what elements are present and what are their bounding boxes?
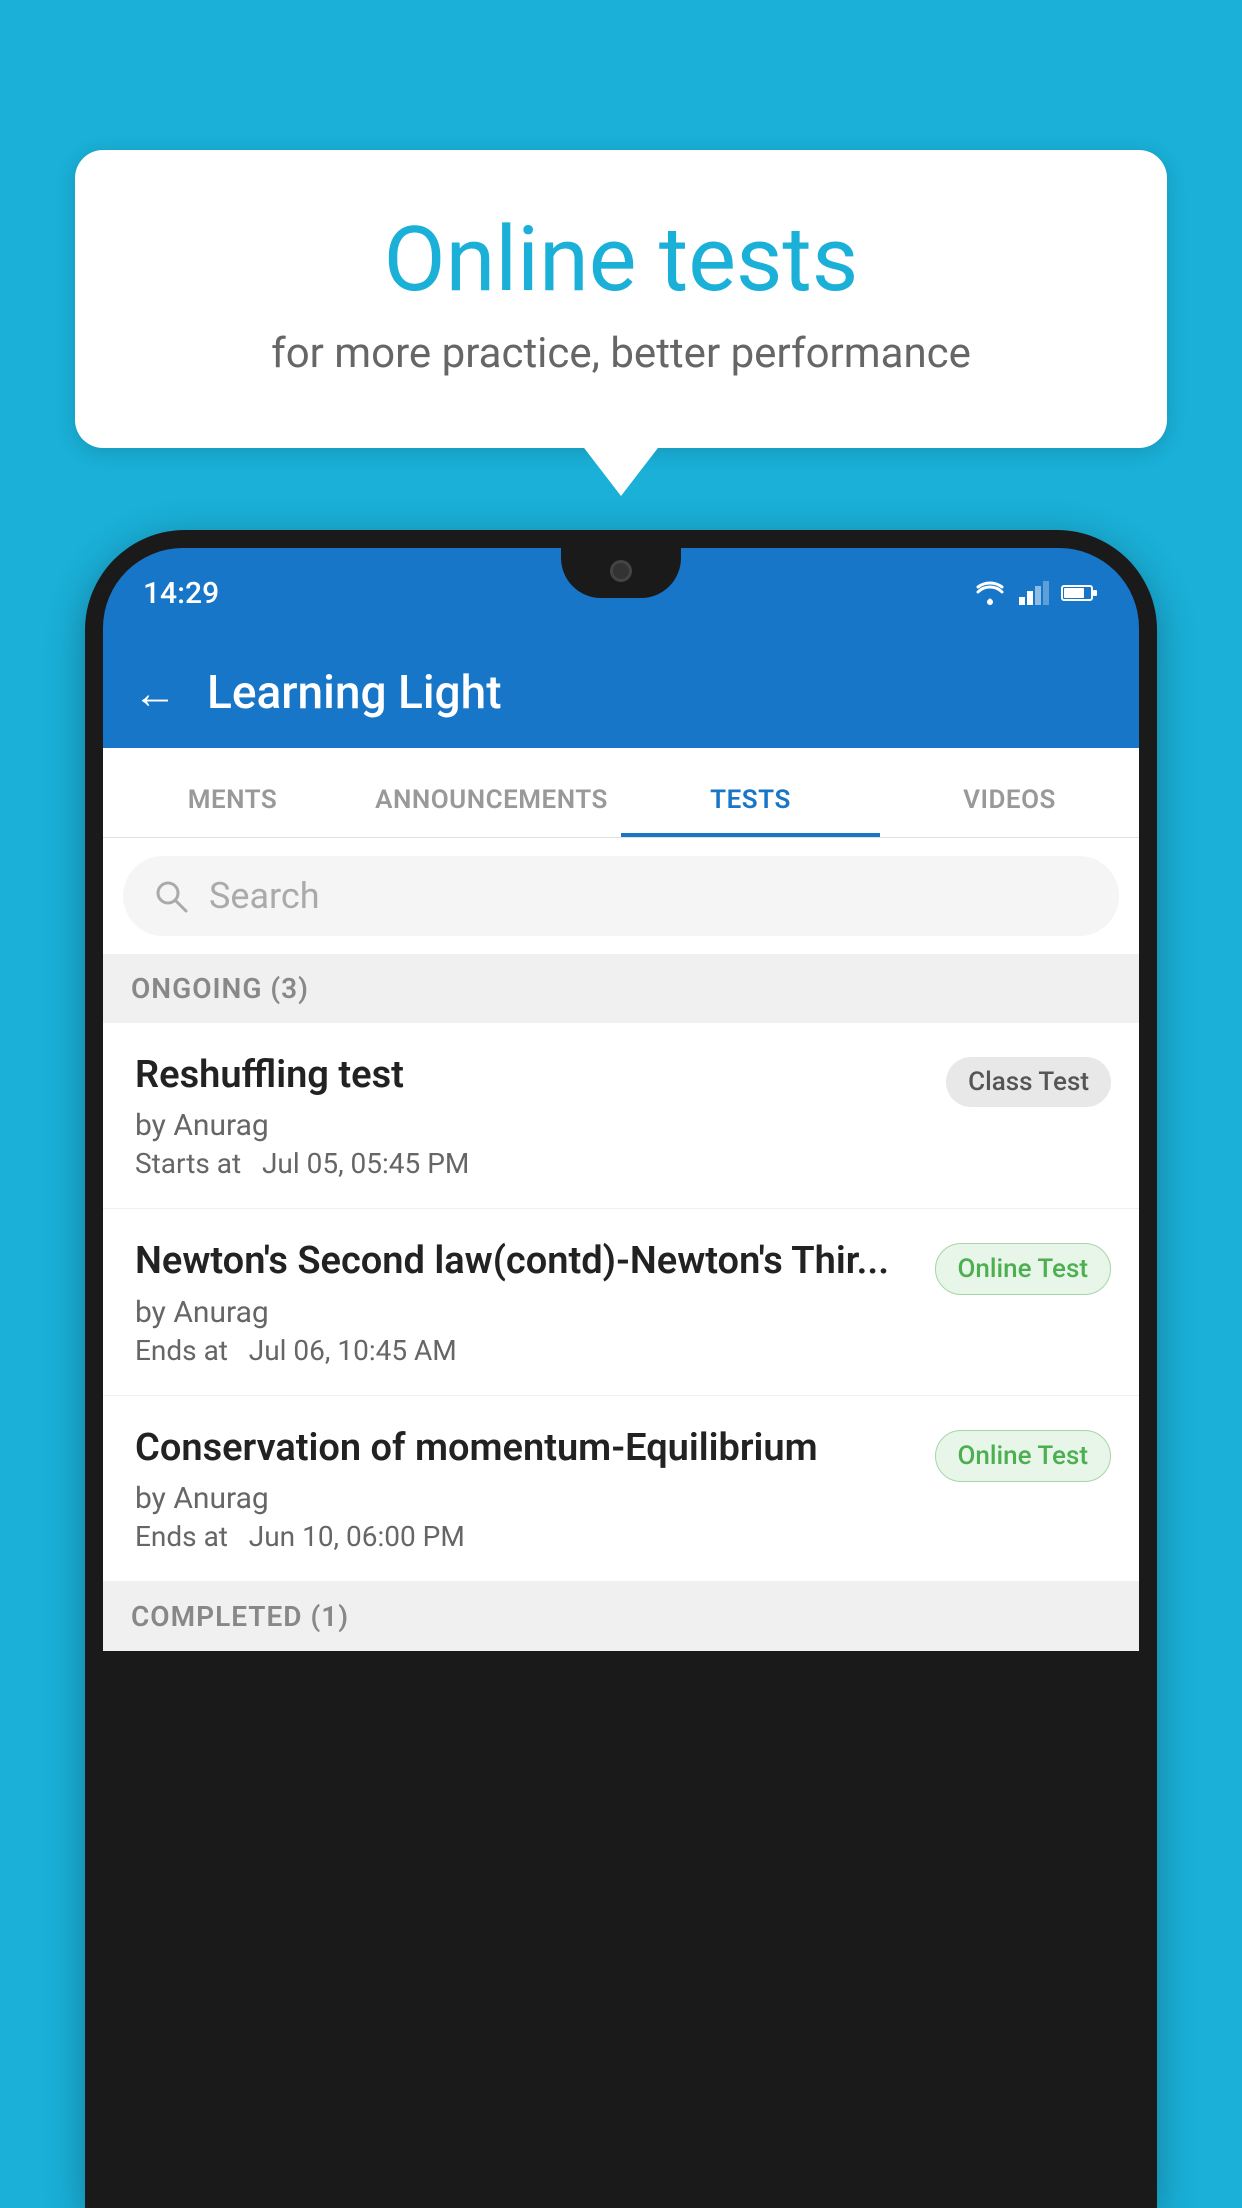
speech-bubble-title: Online tests: [155, 210, 1087, 309]
phone-frame: 14:29: [85, 530, 1157, 2208]
status-time: 14:29: [143, 576, 219, 611]
app-bar: ← Learning Light: [103, 638, 1139, 748]
test-badge-online: Online Test: [935, 1243, 1112, 1295]
speech-bubble-subtitle: for more practice, better performance: [155, 329, 1087, 378]
app-screen: ← Learning Light MENTS ANNOUNCEMENTS TES…: [103, 638, 1139, 1651]
search-bar[interactable]: Search: [123, 856, 1119, 936]
test-name: Newton's Second law(contd)-Newton's Thir…: [135, 1237, 915, 1286]
test-item[interactable]: Reshuffling test by Anurag Starts at Jul…: [103, 1023, 1139, 1209]
phone-camera: [610, 560, 632, 582]
test-by: by Anurag: [135, 1481, 915, 1516]
test-by: by Anurag: [135, 1108, 926, 1143]
battery-icon: [1061, 583, 1099, 603]
test-date: Ends at Jun 10, 06:00 PM: [135, 1520, 915, 1553]
tabs-bar: MENTS ANNOUNCEMENTS TESTS VIDEOS: [103, 748, 1139, 838]
test-name: Reshuffling test: [135, 1051, 926, 1100]
tab-announcements[interactable]: ANNOUNCEMENTS: [362, 785, 621, 837]
back-button[interactable]: ←: [133, 671, 177, 715]
status-bar: 14:29: [103, 548, 1139, 638]
tab-tests[interactable]: TESTS: [621, 785, 880, 837]
ongoing-section-header: ONGOING (3): [103, 954, 1139, 1023]
phone-notch: [561, 548, 681, 598]
test-by: by Anurag: [135, 1295, 915, 1330]
test-info: Conservation of momentum-Equilibrium by …: [135, 1424, 915, 1553]
test-badge-class: Class Test: [946, 1057, 1111, 1107]
status-icons: [973, 580, 1099, 606]
test-item[interactable]: Conservation of momentum-Equilibrium by …: [103, 1396, 1139, 1582]
tab-ments[interactable]: MENTS: [103, 785, 362, 837]
app-bar-title: Learning Light: [207, 666, 502, 720]
search-placeholder: Search: [209, 875, 320, 917]
signal-icon: [1019, 581, 1049, 605]
speech-bubble-card: Online tests for more practice, better p…: [75, 150, 1167, 448]
wifi-icon: [973, 580, 1007, 606]
test-date: Starts at Jul 05, 05:45 PM: [135, 1147, 926, 1180]
search-icon: [153, 878, 189, 914]
test-info: Reshuffling test by Anurag Starts at Jul…: [135, 1051, 926, 1180]
test-date: Ends at Jul 06, 10:45 AM: [135, 1334, 915, 1367]
tab-videos[interactable]: VIDEOS: [880, 785, 1139, 837]
completed-section-header: COMPLETED (1): [103, 1582, 1139, 1651]
test-list: Reshuffling test by Anurag Starts at Jul…: [103, 1023, 1139, 1582]
test-info: Newton's Second law(contd)-Newton's Thir…: [135, 1237, 915, 1366]
test-name: Conservation of momentum-Equilibrium: [135, 1424, 915, 1473]
test-item[interactable]: Newton's Second law(contd)-Newton's Thir…: [103, 1209, 1139, 1395]
test-badge-online: Online Test: [935, 1430, 1112, 1482]
